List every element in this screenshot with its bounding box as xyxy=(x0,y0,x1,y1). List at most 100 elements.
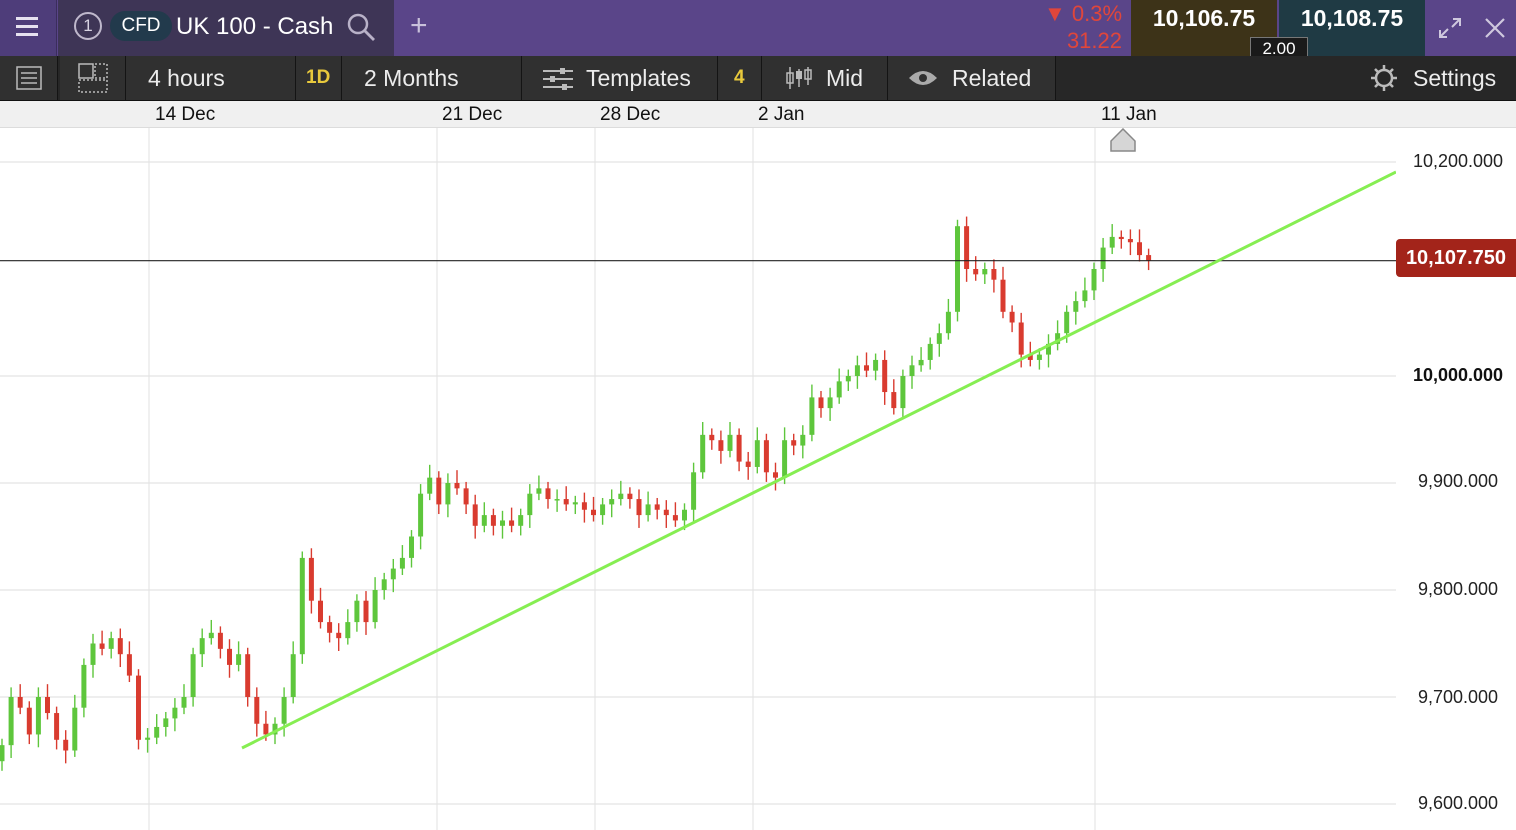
settings-button[interactable]: Settings xyxy=(1356,56,1516,100)
candle-body xyxy=(536,488,542,494)
related-button[interactable]: Related xyxy=(888,56,1056,100)
candle-body xyxy=(63,739,69,751)
candle-body xyxy=(636,499,642,516)
candle-body xyxy=(90,643,96,665)
candle-body xyxy=(399,557,405,569)
candle-body xyxy=(354,600,360,623)
candle-body xyxy=(0,745,5,762)
home-marker-icon xyxy=(1110,128,1136,152)
candle-body xyxy=(54,713,60,740)
candle-body xyxy=(26,707,32,735)
price-type-label: Mid xyxy=(826,65,864,91)
period-badge-label: 1D xyxy=(306,67,331,88)
candle-body xyxy=(1100,247,1106,269)
candle-body xyxy=(927,343,933,360)
candle-body xyxy=(763,440,769,473)
candle-body xyxy=(882,359,888,393)
candle-body xyxy=(527,493,533,516)
candle-body xyxy=(81,664,87,708)
period-dropdown[interactable]: 2 Months xyxy=(342,56,522,100)
settings-label: Settings xyxy=(1413,65,1497,91)
chart-toolbar: 4 hours 1D 2 Months Templates 4 Mid Rela… xyxy=(0,56,1516,101)
candle-body xyxy=(918,359,924,366)
list-icon[interactable] xyxy=(0,56,58,100)
candle-body xyxy=(1018,322,1024,355)
candle-body xyxy=(136,675,141,740)
candle-body xyxy=(500,520,505,526)
candle-body xyxy=(308,557,314,601)
layout-icon[interactable] xyxy=(60,56,126,100)
x-tick-label: 14 Dec xyxy=(155,104,216,125)
candle-body xyxy=(8,697,14,746)
cfd-badge: CFD xyxy=(110,11,172,41)
x-tick-label: 21 Dec xyxy=(442,104,503,125)
timeframe-label: 4 hours xyxy=(148,65,225,91)
candle-body xyxy=(991,269,997,280)
candle-body xyxy=(900,376,906,409)
candle-body xyxy=(318,600,323,623)
candle-body xyxy=(955,226,960,312)
candle-body xyxy=(909,365,915,376)
y-tick-label: 9,700.000 xyxy=(1417,687,1499,707)
candlestick-icon xyxy=(786,67,812,89)
candle-body xyxy=(700,434,706,473)
candle-body xyxy=(463,488,469,505)
instrument-name: UK 100 - Cash xyxy=(176,13,334,40)
candle-body xyxy=(336,632,342,639)
candle-body xyxy=(854,365,860,376)
candle-body xyxy=(217,632,223,649)
candle-body xyxy=(72,707,78,751)
menu-icon[interactable] xyxy=(0,0,57,56)
candle-body xyxy=(554,499,560,501)
close-icon[interactable] xyxy=(1480,13,1510,43)
candle-body xyxy=(390,568,396,580)
candle-body xyxy=(1127,239,1133,243)
candle-body xyxy=(1073,301,1079,312)
templates-button[interactable]: Templates xyxy=(522,56,718,100)
candle-body xyxy=(1109,236,1115,248)
candle-body xyxy=(809,397,815,435)
candle-body xyxy=(936,333,942,344)
price-type-dropdown[interactable]: Mid xyxy=(762,56,888,100)
templates-count[interactable]: 4 xyxy=(718,56,762,100)
candle-body xyxy=(436,477,442,505)
candle-body xyxy=(581,502,587,510)
candle-body xyxy=(782,440,788,478)
candle-body xyxy=(381,579,387,590)
period-label: 2 Months xyxy=(364,65,459,91)
candle-body xyxy=(873,359,879,371)
timeframe-dropdown[interactable]: 4 hours xyxy=(126,56,296,100)
candle-body xyxy=(108,638,114,649)
candle-body xyxy=(263,723,269,735)
y-tick-label: 10,000.000 xyxy=(1412,365,1504,385)
candle-body xyxy=(945,311,951,334)
expand-icon[interactable] xyxy=(1435,13,1465,43)
candle-body xyxy=(982,269,988,275)
candle-body xyxy=(245,654,251,697)
related-label: Related xyxy=(952,65,1032,91)
y-tick-label: 9,900.000 xyxy=(1417,471,1499,491)
candle-body xyxy=(818,397,824,409)
candle-body xyxy=(1146,255,1152,261)
instrument-tab[interactable]: 1 CFD UK 100 - Cash xyxy=(58,0,394,56)
candle-body xyxy=(827,397,833,409)
eye-icon xyxy=(909,71,937,85)
add-icon[interactable]: + xyxy=(410,10,428,42)
price-chart[interactable] xyxy=(0,128,1396,830)
candle-body xyxy=(845,376,851,382)
search-icon[interactable] xyxy=(346,12,376,42)
top-bar: 1 CFD UK 100 - Cash + ▼ 0.3% 31.22 10,10… xyxy=(0,0,1516,58)
candle-body xyxy=(591,509,596,516)
candle-body xyxy=(773,472,778,478)
period-badge[interactable]: 1D xyxy=(296,56,342,100)
y-tick-label: 9,600.000 xyxy=(1417,793,1499,813)
candle-body xyxy=(1118,236,1124,240)
candle-body xyxy=(800,434,806,446)
change-percent: ▼ 0.3% xyxy=(1043,1,1122,26)
candle-body xyxy=(117,638,123,655)
candle-body xyxy=(709,434,715,441)
candle-body xyxy=(427,477,433,494)
candle-body xyxy=(409,536,414,558)
candle-body xyxy=(627,493,633,500)
candle-body xyxy=(727,434,733,451)
